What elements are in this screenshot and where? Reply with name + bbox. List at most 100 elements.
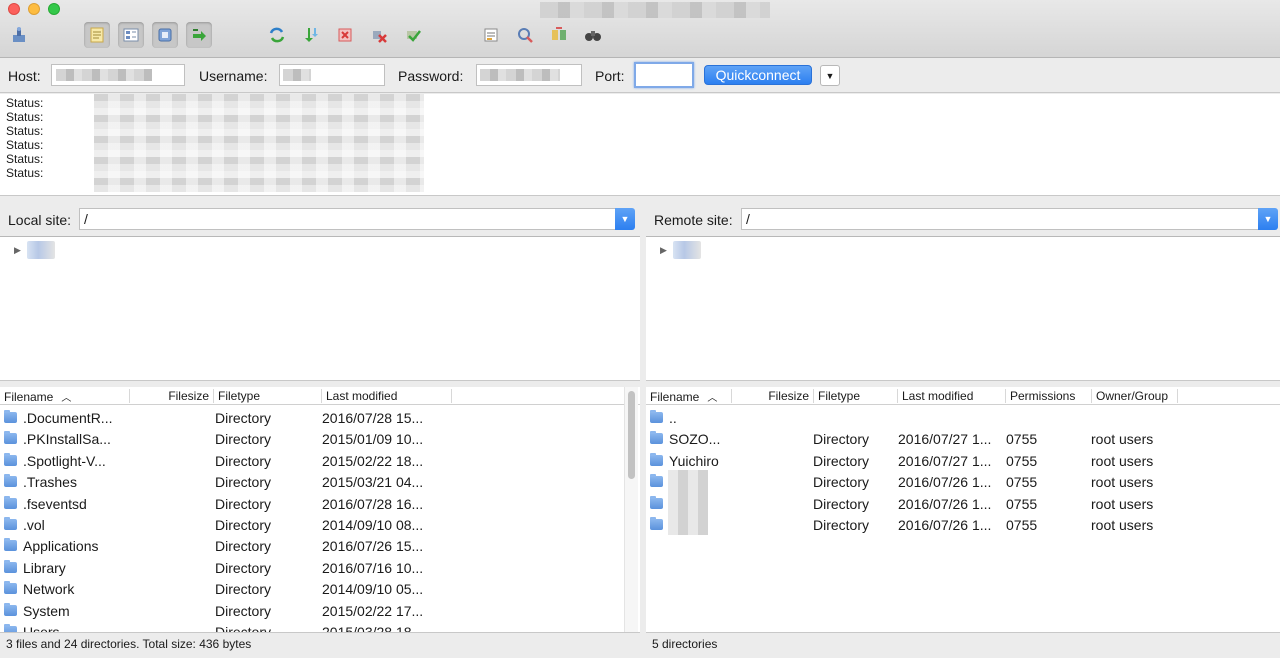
cell-filename: .DocumentR... [23,410,113,426]
column-header-filename[interactable]: Filename ︿ [0,389,130,404]
column-header-last-modified[interactable]: Last modified [322,389,452,403]
log-line: Status: [6,110,44,124]
quickconnect-bar: Host: Username: Password: Port: [0,59,1280,93]
cell-filetype: Directory [215,452,272,469]
cell-filetype: Directory [813,431,870,448]
process-queue-button[interactable] [298,22,324,48]
cancel-operation-button[interactable] [332,22,358,48]
cell-filename: System [23,602,70,619]
folder-icon [650,517,663,530]
cell-permissions: 0755 [1006,495,1038,512]
column-header-last-modified[interactable]: Last modified [898,389,1006,403]
table-row[interactable]: Yuichiro Directory 2016/07/27 1... 0755 root… [646,450,1280,471]
message-log: Status: Status: Status: Status: Status: … [0,94,1280,196]
folder-icon [4,431,17,445]
remote-file-list[interactable]: Filename ︿ Filesize Filetype Last modifie… [646,387,1280,635]
port-input[interactable] [634,62,694,88]
column-header-filename[interactable]: Filename ︿ [646,389,732,404]
column-header-filesize[interactable]: Filesize [732,389,814,403]
log-line: Status: [6,152,44,166]
tree-item-root[interactable]: ▶ [14,241,55,259]
cell-filetype: Directory [215,559,272,576]
table-row[interactable]: Directory 2016/07/26 1... 0755 root users [646,491,1280,514]
table-row[interactable]: .DocumentR... Directory 2016/07/28 15... [0,407,640,428]
table-row[interactable]: System Directory 2015/02/22 17... [0,600,640,621]
port-label: Port: [595,68,625,84]
directory-compare-button[interactable] [512,22,538,48]
cell-owner-group: root users [1091,431,1154,448]
tree-item-root[interactable]: ▶ [660,241,701,259]
window-minimize-button[interactable] [28,3,40,15]
quickconnect-history-dropdown[interactable]: ▼ [820,65,840,86]
toggle-remote-tree-button[interactable] [152,22,178,48]
refresh-button[interactable] [264,22,290,48]
search-files-button[interactable] [580,22,606,48]
cell-filetype: Directory [215,495,272,512]
cell-owner-group: root users [1091,495,1154,512]
quickconnect-button[interactable]: Quickconnect [704,65,812,85]
scrollbar-thumb[interactable] [628,391,635,479]
transfer-queue-icon [193,29,206,41]
sort-ascending-icon: ︿ [707,393,718,404]
table-row[interactable]: Directory 2016/07/26 1... 0755 root users [646,470,1280,493]
directory-filter-button[interactable] [478,22,504,48]
cell-filename: .. [669,410,677,426]
cell-owner-group: root users [1091,474,1154,491]
table-row[interactable]: .Trashes Directory 2015/03/21 04... [0,471,640,492]
cell-permissions: 0755 [1006,474,1038,491]
column-header-permissions[interactable]: Permissions [1006,389,1092,403]
column-header-filetype[interactable]: Filetype [214,389,322,403]
username-input[interactable] [279,64,385,86]
site-manager-icon [13,27,25,42]
reconnect-button[interactable] [400,22,426,48]
cell-filename: Library [23,559,66,576]
toggle-local-tree-button[interactable] [118,22,144,48]
table-row[interactable]: Network Directory 2014/09/10 05... [0,578,640,599]
disconnect-button[interactable] [366,22,392,48]
disclosure-triangle-icon[interactable]: ▶ [14,245,21,256]
synchronized-browsing-button[interactable] [546,22,572,48]
local-site-dropdown-button[interactable]: ▼ [615,208,635,230]
window-zoom-button[interactable] [48,3,60,15]
log-line: Status: [6,138,44,152]
table-row[interactable]: Applications Directory 2016/07/26 15... [0,535,640,556]
remote-site-dropdown-button[interactable]: ▼ [1258,208,1278,230]
table-row[interactable]: Directory 2016/07/26 1... 0755 root users [646,513,1280,535]
cell-permissions: 0755 [1006,517,1038,533]
table-row[interactable]: .. [646,407,1280,428]
toggle-transfer-queue-button[interactable] [186,22,212,48]
password-input[interactable] [476,64,582,86]
cell-filetype: Directory [215,474,272,491]
table-row[interactable]: Library Directory 2016/07/16 10... [0,557,640,578]
cell-filetype: Directory [215,538,272,555]
toggle-message-log-button[interactable] [84,22,110,48]
local-list-scrollbar[interactable] [624,387,638,635]
folder-icon [4,474,17,488]
table-row[interactable]: .vol Directory 2014/09/10 08... [0,514,640,535]
cell-last-modified: 2016/07/26 1... [898,474,992,491]
table-row[interactable]: .Spotlight-V... Directory 2015/02/22 18... [0,450,640,471]
filename-redacted [668,491,708,514]
remote-site-path-input[interactable]: / [741,208,1259,230]
table-row[interactable]: .PKInstallSa... Directory 2015/01/09 10... [0,428,640,449]
table-row[interactable]: .fseventsd Directory 2016/07/28 16... [0,493,640,514]
cell-filetype: Directory [215,431,272,448]
folder-icon [650,431,663,445]
disclosure-triangle-icon[interactable]: ▶ [660,245,667,256]
table-row[interactable]: SOZO... Directory 2016/07/27 1... 0755 root … [646,428,1280,449]
column-header-filetype[interactable]: Filetype [814,389,898,403]
cell-permissions: 0755 [1006,431,1038,448]
remote-tree-icon [158,28,172,42]
column-header-owner-group[interactable]: Owner/Group [1092,389,1178,403]
search-icon [585,31,601,41]
host-input[interactable] [51,64,185,86]
folder-icon [4,602,17,616]
window-close-button[interactable] [8,3,20,15]
remote-list-header: Filename ︿ Filesize Filetype Last modifie… [646,387,1280,405]
local-site-path-input[interactable]: / [79,208,617,230]
site-manager-button[interactable] [6,22,32,48]
column-header-filesize[interactable]: Filesize [130,389,214,403]
host-label: Host: [8,68,41,84]
cell-filetype: Directory [215,410,272,426]
local-file-list[interactable]: Filename ︿ Filesize Filetype Last modifie… [0,387,640,635]
